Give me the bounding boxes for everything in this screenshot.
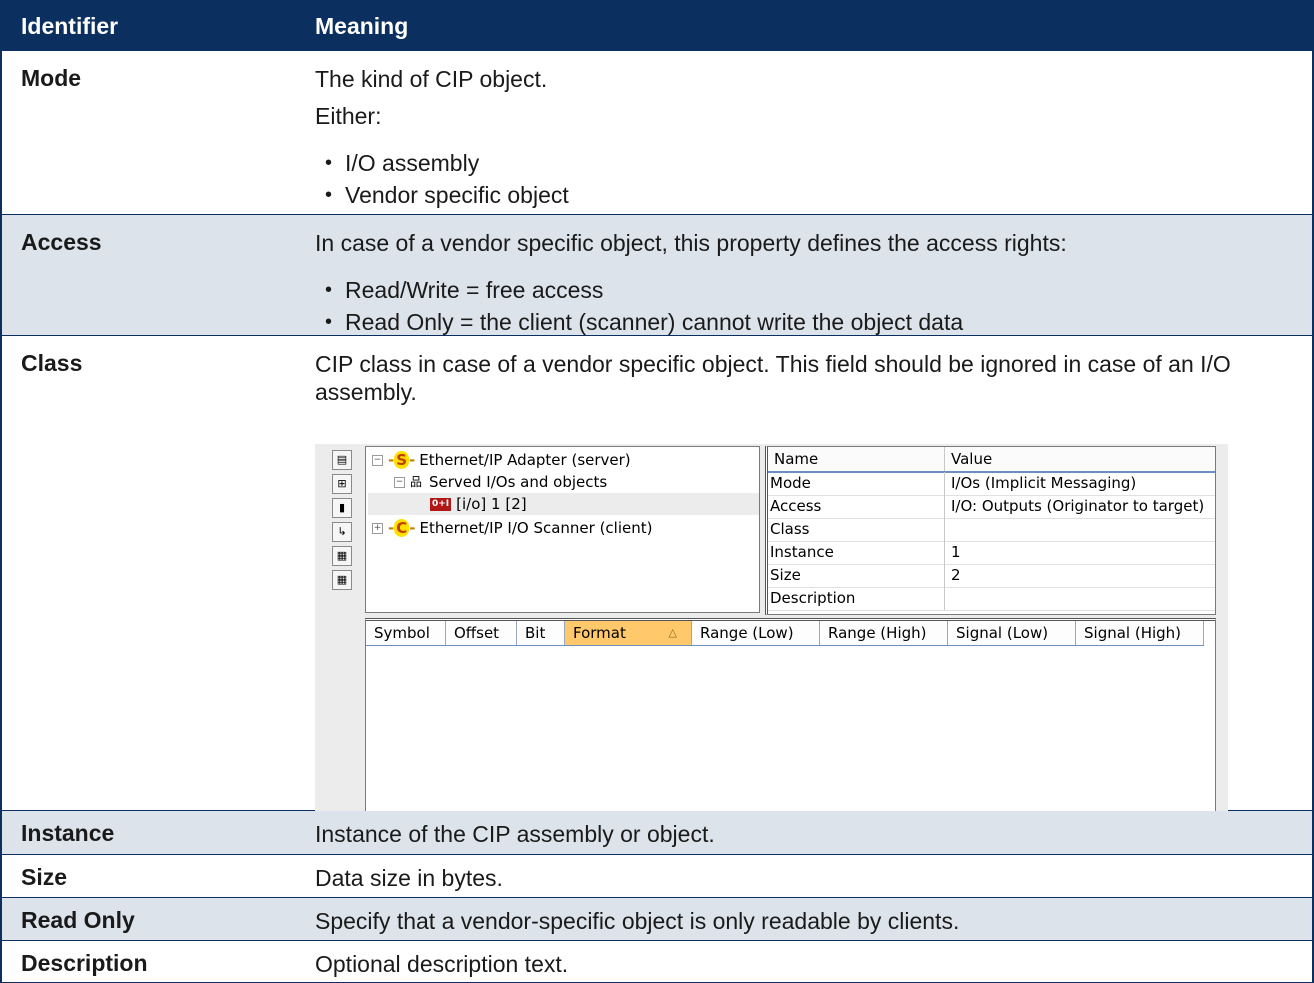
property-grid: Name Value Mode I/Os (Implicit Messaging)… <box>765 446 1216 615</box>
collapse-icon[interactable]: − <box>394 476 405 488</box>
access-text: In case of a vendor specific object, thi… <box>315 230 1067 256</box>
list-item: Vendor specific object <box>315 179 1292 211</box>
meaning-instance: Instance of the CIP assembly or object. <box>315 821 715 847</box>
variable-grid: Symbol Offset Bit Format △ Range (Low) Ra… <box>365 618 1216 814</box>
access-list: Read/Write = free access Read Only = the… <box>315 274 1292 338</box>
table-row-instance: Instance Instance of the CIP assembly or… <box>2 811 1312 855</box>
property-row[interactable]: Instance 1 <box>768 541 1215 565</box>
header-meaning: Meaning <box>315 13 409 39</box>
column-range-low[interactable]: Range (Low) <box>692 621 820 645</box>
tree-label: Ethernet/IP I/O Scanner (client) <box>419 519 653 537</box>
tree-item-io[interactable]: 0+I [i/o] 1 [2] <box>368 493 759 515</box>
network-tree-icon: 品 <box>410 475 423 489</box>
class-text: CIP class in case of a vendor specific o… <box>315 351 1231 405</box>
mode-list: I/O assembly Vendor specific object <box>315 147 1292 211</box>
meaning-access: In case of a vendor specific object, thi… <box>315 229 1292 338</box>
meaning-mode: The kind of CIP object. Either: I/O asse… <box>315 65 1292 211</box>
list-item: Read/Write = free access <box>315 274 1292 306</box>
mode-either: Either: <box>315 103 382 129</box>
header-identifier: Identifier <box>21 13 119 39</box>
column-signal-low[interactable]: Signal (Low) <box>948 621 1076 645</box>
tree-label: Ethernet/IP Adapter (server) <box>419 451 631 469</box>
network-icon[interactable]: ⊞ <box>332 474 352 494</box>
tree-label: [i/o] 1 [2] <box>456 495 527 513</box>
server-badge-icon: -S- <box>388 451 416 469</box>
column-offset[interactable]: Offset <box>446 621 517 645</box>
identifier-read-only: Read Only <box>21 907 135 933</box>
column-range-high[interactable]: Range (High) <box>820 621 948 645</box>
tree-item-scanner[interactable]: + -C- Ethernet/IP I/O Scanner (client) <box>372 517 652 539</box>
meaning-read-only: Specify that a vendor-specific object is… <box>315 908 960 934</box>
identifier-instance: Instance <box>21 820 115 846</box>
expand-icon[interactable]: + <box>372 522 383 534</box>
table-row-class: Class CIP class in case of a vendor spec… <box>2 336 1312 820</box>
meaning-size: Data size in bytes. <box>315 865 503 891</box>
column-format[interactable]: Format △ <box>565 621 692 645</box>
tree-label: Served I/Os and objects <box>429 473 608 491</box>
add-object-icon[interactable]: ↳ <box>332 522 352 542</box>
list-item: Read Only = the client (scanner) cannot … <box>315 306 1292 338</box>
table-row-access: Access In case of a vendor specific obje… <box>2 215 1312 338</box>
column-symbol[interactable]: Symbol <box>366 621 446 645</box>
identifier-description: Description <box>21 950 148 976</box>
identifier-size: Size <box>21 864 68 890</box>
identifier-mode: Mode <box>21 65 82 91</box>
table-row-size: Size Data size in bytes. <box>2 855 1312 898</box>
list-item: I/O assembly <box>315 147 1292 179</box>
property-row[interactable]: Class <box>768 518 1215 542</box>
table-row-read-only: Read Only Specify that a vendor-specific… <box>2 898 1312 941</box>
io-icon: 0+I <box>430 497 452 511</box>
mode-text: The kind of CIP object. <box>315 66 548 92</box>
column-bit[interactable]: Bit <box>517 621 565 645</box>
tree-item-adapter[interactable]: − -S- Ethernet/IP Adapter (server) <box>372 449 631 471</box>
identifier-access: Access <box>21 229 102 255</box>
variable-grid-header: Symbol Offset Bit Format △ Range (Low) Ra… <box>366 621 1204 646</box>
table-row-mode: Mode The kind of CIP object. Either: I/O… <box>2 51 1312 215</box>
property-grid-header: Name Value <box>768 447 1215 473</box>
map-icon[interactable]: ▦ <box>332 546 352 566</box>
sort-asc-icon: △ <box>668 626 677 639</box>
property-row[interactable]: Description <box>768 587 1215 611</box>
client-badge-icon: -C- <box>388 519 416 537</box>
properties-table: Identifier Meaning Mode The kind of CIP … <box>0 0 1314 983</box>
identifier-class: Class <box>21 350 83 376</box>
meaning-description: Optional description text. <box>315 951 569 977</box>
tree-item-served[interactable]: − 品 Served I/Os and objects <box>394 471 607 493</box>
tree-view-icon[interactable]: ▤ <box>332 450 352 470</box>
column-signal-high[interactable]: Signal (High) <box>1076 621 1204 645</box>
column-value[interactable]: Value <box>945 447 992 471</box>
property-row[interactable]: Size 2 <box>768 564 1215 588</box>
column-name[interactable]: Name <box>768 447 945 471</box>
add-io-icon[interactable]: ▮ <box>332 498 352 518</box>
config-screenshot: ▤ ⊞ ▮ ↳ ▦ ▦ − -S- Ethernet/IP Adapter (s… <box>315 444 1228 820</box>
property-row[interactable]: Access I/O: Outputs (Originator to target… <box>768 495 1215 519</box>
meaning-class: CIP class in case of a vendor specific o… <box>315 350 1297 820</box>
collapse-icon[interactable]: − <box>372 454 383 466</box>
device-tree: − -S- Ethernet/IP Adapter (server) − 品 S… <box>365 446 760 613</box>
property-row[interactable]: Mode I/Os (Implicit Messaging) <box>768 472 1215 496</box>
unmap-icon[interactable]: ▦ <box>332 570 352 590</box>
side-toolbar: ▤ ⊞ ▮ ↳ ▦ ▦ <box>332 450 354 594</box>
table-header: Identifier Meaning <box>2 0 1312 51</box>
table-row-description: Description Optional description text. <box>2 941 1312 983</box>
